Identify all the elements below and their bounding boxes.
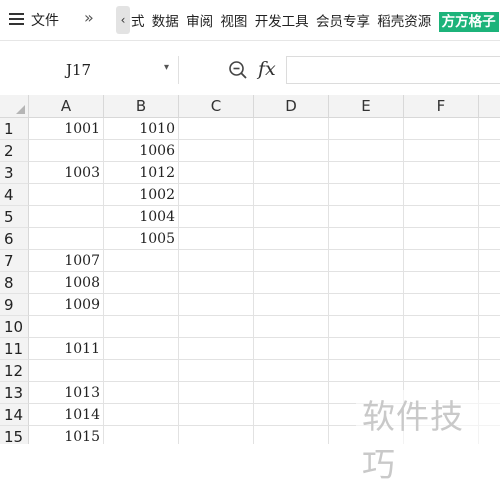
tab-fangfang-gezi[interactable]: 方方格子 [438,12,499,32]
name-box-dropdown-icon[interactable]: ▾ [164,62,169,73]
row-header-2[interactable]: 2 [0,140,29,162]
cell-a7[interactable]: 1007 [29,250,104,272]
file-menu[interactable]: 文件 [31,10,59,30]
row-header-12[interactable]: 12 [0,360,29,382]
menu-bar: 文件 » ‹ 式 数据 审阅 视图 开发工具 会员专享 稻壳资源 方方格子 DI [0,0,500,41]
formula-bar: J17 ▾ fx [0,56,500,86]
row-header-11[interactable]: 11 [0,338,29,360]
zoom-search-icon[interactable] [228,60,248,80]
tab-data[interactable]: 数据 [152,14,179,30]
column-header-b[interactable]: B [104,95,179,118]
row-header-7[interactable]: 7 [0,250,29,272]
row-header-13[interactable]: 13 [0,382,29,404]
tab-format[interactable]: 式 [131,14,145,30]
cell-b3[interactable]: 1012 [104,162,179,184]
column-header-c[interactable]: C [179,95,254,118]
cell-b4[interactable]: 1002 [104,184,179,206]
row-header-6[interactable]: 6 [0,228,29,250]
column-header-a[interactable]: A [29,95,104,118]
cell-a4[interactable] [29,184,104,206]
row-header-9[interactable]: 9 [0,294,29,316]
grid-line [328,118,329,444]
ribbon-tabs: 式 数据 审阅 视图 开发工具 会员专享 稻壳资源 方方格子 DI [131,10,500,32]
select-all-corner[interactable] [0,95,29,118]
cell-a5[interactable] [29,206,104,228]
name-box[interactable]: J17 ▾ [0,56,179,84]
grid-line [253,118,254,444]
cell-a8[interactable]: 1008 [29,272,104,294]
cell-b1[interactable]: 1010 [104,118,179,140]
scroll-tabs-left-button[interactable]: ‹ [116,6,130,34]
row-header-3[interactable]: 3 [0,162,29,184]
row-header-15[interactable]: 15 [0,426,29,444]
cell-a11[interactable]: 1011 [29,338,104,360]
row-header-4[interactable]: 4 [0,184,29,206]
more-menus-icon[interactable]: » [84,8,94,27]
tab-developer-tools[interactable]: 开发工具 [255,14,309,30]
cell-a15[interactable]: 1015 [29,426,104,444]
cell-a14[interactable]: 1014 [29,404,104,426]
row-header-1[interactable]: 1 [0,118,29,140]
cell-a10[interactable] [29,316,104,338]
fx-icon[interactable]: fx [258,58,276,80]
cell-b6[interactable]: 1005 [104,228,179,250]
cell-a9[interactable]: 1009 [29,294,104,316]
tab-view[interactable]: 视图 [220,14,247,30]
cell-a1[interactable]: 1001 [29,118,104,140]
column-header-f[interactable]: F [404,95,479,118]
cell-a2[interactable] [29,140,104,162]
cell-a12[interactable] [29,360,104,382]
formula-input[interactable] [286,56,500,84]
hamburger-menu-icon[interactable] [9,12,24,27]
cell-a6[interactable] [29,228,104,250]
name-box-value: J17 [66,61,92,79]
tab-member-exclusive[interactable]: 会员专享 [316,14,370,30]
row-header-5[interactable]: 5 [0,206,29,228]
cell-b2[interactable]: 1006 [104,140,179,162]
row-header-10[interactable]: 10 [0,316,29,338]
row-header-14[interactable]: 14 [0,404,29,426]
cell-a13[interactable]: 1013 [29,382,104,404]
column-header-e[interactable]: E [329,95,404,118]
cell-b5[interactable]: 1004 [104,206,179,228]
column-header-g[interactable] [479,95,500,118]
row-header-8[interactable]: 8 [0,272,29,294]
watermark: 软件技巧 [356,390,500,486]
tab-docer-resources[interactable]: 稻壳资源 [377,14,431,30]
column-header-d[interactable]: D [254,95,329,118]
tab-review[interactable]: 审阅 [186,14,213,30]
cell-a3[interactable]: 1003 [29,162,104,184]
